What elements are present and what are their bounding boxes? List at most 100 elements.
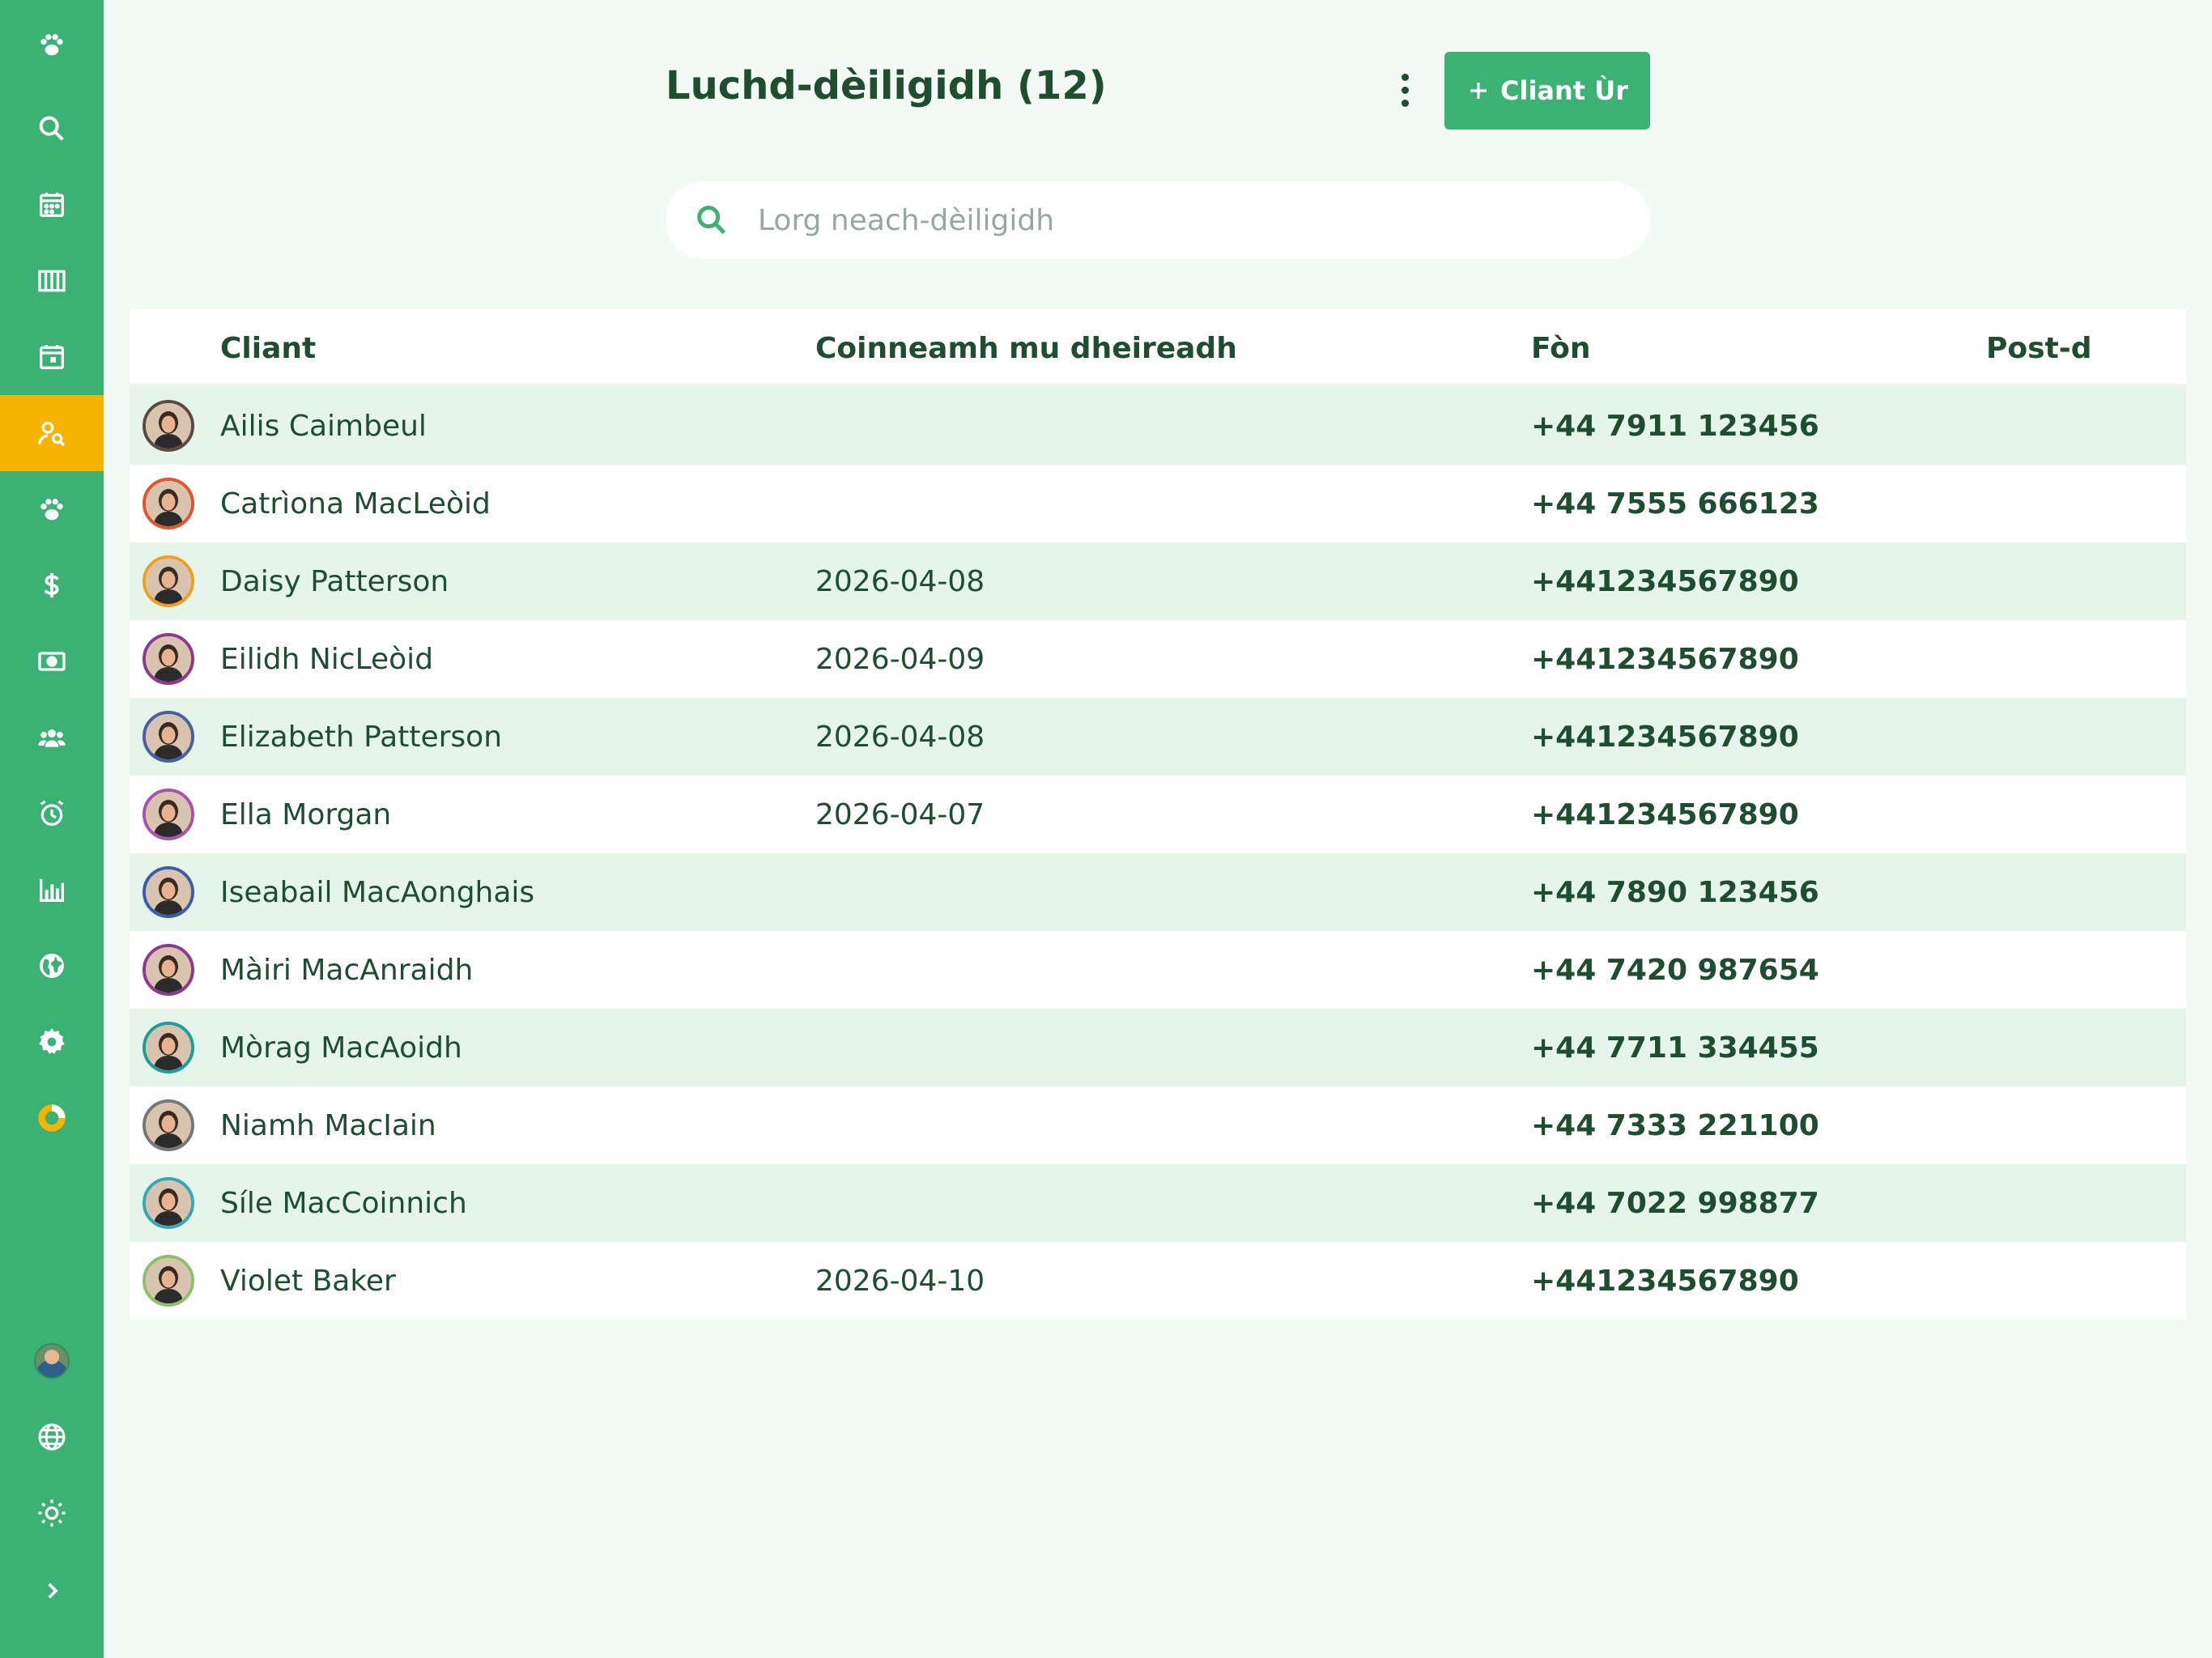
column-header-last-appointment[interactable]: Coinneamh mu dheireadh: [815, 309, 1237, 387]
sidebar-item-progress[interactable]: [0, 1080, 104, 1156]
sidebar-item-board[interactable]: [0, 243, 104, 319]
client-avatar: [143, 1177, 194, 1229]
sidebar: [0, 0, 104, 1658]
sidebar-item-search[interactable]: [0, 91, 104, 167]
globe-icon: [38, 1423, 66, 1451]
client-name: Màiri MacAnraidh: [220, 953, 474, 987]
sidebar-item-schedule[interactable]: [0, 319, 104, 395]
sidebar-item-calendar[interactable]: [0, 167, 104, 243]
column-header-phone[interactable]: Fòn: [1531, 309, 1591, 387]
table-row[interactable]: Niamh MacIain +44 7333 221100: [130, 1086, 2186, 1164]
phone-number: +441234567890: [1531, 1264, 1799, 1298]
face-portrait: [146, 481, 191, 526]
sidebar-item-website[interactable]: [0, 928, 104, 1004]
client-avatar: [143, 944, 194, 996]
new-client-label: Cliant Ùr: [1500, 75, 1628, 106]
calendar-icon: [40, 193, 64, 217]
user-avatar: [34, 1343, 70, 1379]
table-row[interactable]: Màiri MacAnraidh +44 7420 987654: [130, 931, 2186, 1009]
last-appointment: 2026-04-07: [815, 797, 985, 831]
gear-icon: [39, 1028, 65, 1054]
new-client-button[interactable]: Cliant Ùr: [1444, 52, 1650, 130]
client-name: Violet Baker: [220, 1264, 396, 1298]
client-name: Síle MacCoinnich: [220, 1186, 467, 1220]
phone-number: +441234567890: [1531, 642, 1799, 676]
face-portrait: [146, 1258, 191, 1303]
paw-icon: [40, 499, 63, 521]
sidebar-item-profile[interactable]: [0, 1323, 104, 1399]
client-avatar: [143, 478, 194, 529]
sidebar-item-reminders[interactable]: [0, 776, 104, 852]
phone-number: +44 7711 334455: [1531, 1031, 1819, 1065]
client-avatar: [143, 789, 194, 840]
face-portrait: [146, 1103, 191, 1148]
table-row[interactable]: Ailis Caimbeul +44 7911 123456: [130, 387, 2186, 465]
sidebar-item-theme[interactable]: [0, 1475, 104, 1551]
face-portrait: [146, 403, 191, 449]
sidebar-item-reports[interactable]: [0, 852, 104, 928]
dot: [1401, 99, 1409, 107]
columns-icon: [38, 270, 66, 292]
table-row[interactable]: Iseabail MacAonghais +44 7890 123456: [130, 853, 2186, 931]
plus-icon: [1470, 83, 1487, 99]
client-avatar: [143, 633, 194, 685]
globe-filled-icon: [40, 954, 64, 978]
table-body: Ailis Caimbeul +44 7911 123456 Catrìona Ma…: [130, 387, 2186, 1320]
last-appointment: 2026-04-09: [815, 642, 985, 676]
last-appointment: 2026-04-10: [815, 1264, 985, 1298]
page-title: Luchd-dèiligidh (12): [666, 63, 1107, 108]
client-search-icon: [38, 421, 66, 447]
sidebar-item-pets-logo[interactable]: [0, 6, 104, 83]
sidebar-item-language[interactable]: [0, 1399, 104, 1475]
client-name: Mòrag MacAoidh: [220, 1031, 462, 1065]
face-portrait: [146, 714, 191, 759]
client-name: Eilidh NicLeòid: [220, 642, 434, 676]
client-avatar: [143, 711, 194, 763]
table-row[interactable]: Síle MacCoinnich +44 7022 998877: [130, 1164, 2186, 1242]
column-header-email[interactable]: Post-d: [1986, 309, 2091, 387]
face-portrait: [146, 869, 191, 915]
client-name: Ailis Caimbeul: [220, 409, 427, 443]
face-portrait: [146, 1180, 191, 1226]
client-name: Elizabeth Patterson: [220, 720, 503, 754]
table-row[interactable]: Mòrag MacAoidh +44 7711 334455: [130, 1009, 2186, 1086]
face-portrait: [146, 947, 191, 993]
team-icon: [38, 729, 66, 747]
cash-icon: [38, 652, 66, 671]
table-header: Cliant Coinneamh mu dheireadh Fòn Post-d: [130, 309, 2186, 387]
table-row[interactable]: Catrìona MacLeòid +44 7555 666123: [130, 465, 2186, 542]
table-row[interactable]: Ella Morgan 2026-04-07 +441234567890: [130, 776, 2186, 853]
dollar-icon: [44, 573, 59, 597]
table-row[interactable]: Daisy Patterson 2026-04-08 +441234567890: [130, 542, 2186, 620]
client-name: Catrìona MacLeòid: [220, 487, 491, 521]
column-header-client[interactable]: Cliant: [220, 309, 316, 387]
sidebar-item-billing[interactable]: [0, 547, 104, 623]
bar-chart-icon: [40, 878, 64, 902]
face-portrait: [146, 792, 191, 837]
table-row[interactable]: Elizabeth Patterson 2026-04-08 +4412345678…: [130, 698, 2186, 776]
sidebar-item-team[interactable]: [0, 699, 104, 776]
face-portrait: [146, 636, 191, 682]
sidebar-item-payments[interactable]: [0, 623, 104, 699]
last-appointment: 2026-04-08: [815, 720, 985, 754]
search-bar: [666, 181, 1650, 259]
sidebar-item-settings[interactable]: [0, 1004, 104, 1080]
sun-icon: [38, 1499, 66, 1527]
phone-number: +441234567890: [1531, 720, 1799, 754]
face-portrait: [146, 1025, 191, 1070]
search-input[interactable]: [756, 202, 1566, 238]
sidebar-item-pets[interactable]: [0, 471, 104, 547]
client-avatar: [143, 1099, 194, 1151]
sidebar-item-clients[interactable]: [0, 395, 104, 471]
calendar-day-icon: [40, 345, 64, 369]
phone-number: +44 7555 666123: [1531, 487, 1819, 521]
donut-icon: [38, 1104, 66, 1132]
more-options-button[interactable]: [1386, 71, 1423, 108]
client-name: Ella Morgan: [220, 797, 392, 831]
client-name: Iseabail MacAonghais: [220, 875, 535, 909]
sidebar-expand-button[interactable]: [0, 1553, 104, 1629]
table-row[interactable]: Violet Baker 2026-04-10 +441234567890: [130, 1242, 2186, 1320]
client-avatar: [143, 555, 194, 607]
phone-number: +44 7420 987654: [1531, 953, 1819, 987]
table-row[interactable]: Eilidh NicLeòid 2026-04-09 +441234567890: [130, 620, 2186, 698]
